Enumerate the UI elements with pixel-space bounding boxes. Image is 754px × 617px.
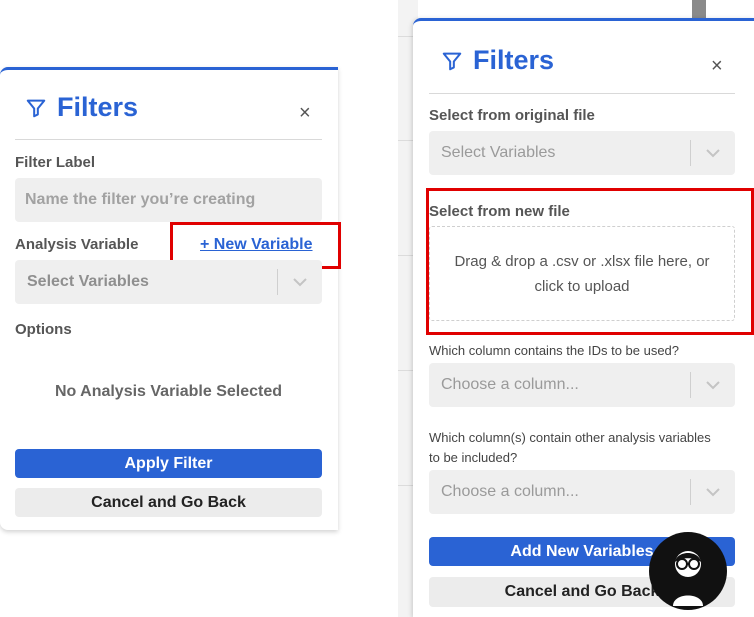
close-icon[interactable]: × [299,103,311,123]
id-column-question: Which column contains the IDs to be used… [429,343,680,358]
select-placeholder: Select Variables [441,144,556,161]
other-columns-select[interactable]: Choose a column... [429,470,735,514]
filters-panel-left: Filters × Filter Label Analysis Variable… [0,67,341,530]
filter-label-heading: Filter Label [15,154,96,171]
select-placeholder: Choose a column... [441,483,579,500]
avatar-icon[interactable] [649,532,727,610]
apply-filter-button[interactable]: Apply Filter [15,449,322,478]
chevron-down-icon[interactable] [691,380,735,390]
id-column-select[interactable]: Choose a column... [429,363,735,407]
chevron-down-icon[interactable] [691,487,735,497]
new-file-heading: Select from new file [429,203,570,220]
file-dropzone[interactable]: Drag & drop a .csv or .xlsx file here, o… [429,226,735,321]
analysis-variable-heading: Analysis Variable [15,236,139,253]
chevron-down-icon[interactable] [691,148,735,158]
cancel-button[interactable]: Cancel and Go Back [15,488,322,517]
background-scroll-handle [692,0,706,20]
analysis-variable-select[interactable]: Select Variables [15,260,322,304]
filter-funnel-icon [441,50,463,72]
dropzone-text: Drag & drop a .csv or .xlsx file here, o… [454,252,710,295]
header-divider [429,93,735,94]
empty-state-message: No Analysis Variable Selected [54,383,283,400]
chevron-down-icon[interactable] [278,277,322,287]
close-icon[interactable]: × [711,56,723,76]
original-file-heading: Select from original file [429,107,595,124]
filter-label-field[interactable] [15,178,322,222]
select-placeholder: Select Variables [27,273,149,290]
panel-header: Filters [25,92,138,123]
original-variables-select[interactable]: Select Variables [429,131,735,175]
other-columns-question: Which column(s) contain other analysis v… [429,430,711,465]
filter-name-input[interactable] [15,178,322,222]
filters-panel-right: Filters × Select from original file Sele… [413,18,754,617]
filter-funnel-icon [25,97,47,119]
header-divider [15,139,322,140]
panel-title: Filters [57,92,139,122]
options-heading: Options [15,321,72,338]
panel-header: Filters [441,45,554,76]
select-placeholder: Choose a column... [441,376,579,393]
panel-title: Filters [473,45,555,75]
